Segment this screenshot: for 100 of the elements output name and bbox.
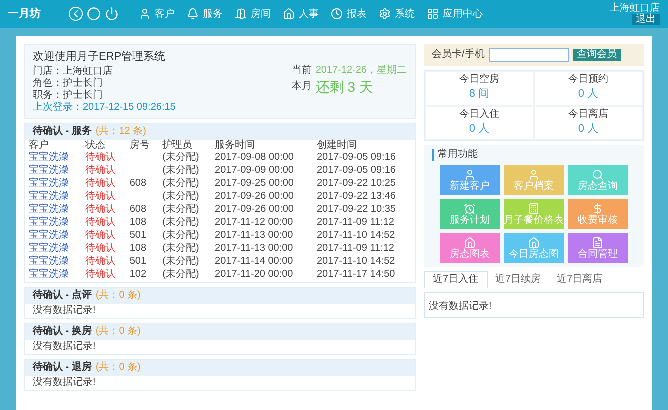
staff-cell-text: (未分配) [162,178,200,190]
shortcut-tile[interactable]: 今日房态图 [504,233,564,263]
service-time-cell-text: 2017-11-12 00:00 [214,216,294,230]
back-icon[interactable] [69,7,83,21]
circle-icon[interactable] [87,7,101,21]
shortcut-tile[interactable]: 月子餐价格表 [504,199,564,229]
nav-item[interactable]: 报表 [331,6,367,22]
user-icon [464,168,476,180]
room-cell-text: 102 [128,268,148,282]
power-icon[interactable] [105,7,119,21]
column-header: 创建时间 [316,140,358,152]
status-cell-text: 待确认 [84,242,116,256]
service-link[interactable]: 宝宝洗澡 [29,152,69,163]
empty-message: 没有数据记录! [32,340,97,354]
room-cell-text: 501 [128,230,148,242]
service-link[interactable]: 宝宝洗澡 [29,269,69,280]
service-time-cell-text: 2017-11-13 00:00 [214,242,294,256]
service-link[interactable]: 宝宝洗澡 [29,165,69,176]
service-time-cell-text: 2017-09-08 00:00 [214,152,295,164]
empty-message: 没有数据记录! [32,304,97,318]
record-count: (共：0 条) [96,290,141,302]
document-icon [592,236,604,248]
staff-cell-text: (未分配) [162,230,200,242]
door-icon [235,8,247,20]
section-title: 待确认 - 换房 [33,326,92,338]
status-cell-text: 待确认 [84,230,116,242]
recent-tab[interactable]: 近7日离店 [549,271,611,288]
service-link[interactable]: 宝宝洗澡 [29,191,69,202]
service-time-cell-text: 2017-09-25 00:00 [214,178,295,190]
search-icon [592,168,604,180]
section-title: 待确认 - 退房 [33,362,92,374]
room-cell-text: 108 [128,216,148,230]
stat-label: 今日空房 [460,74,500,86]
recent-tab[interactable]: 近7日续房 [488,271,550,288]
record-count: (共：12 条) [96,126,146,138]
service-link[interactable]: 宝宝洗澡 [29,217,69,228]
money-icon [592,202,604,214]
stat-value: 0 人 [578,122,599,136]
nav-item[interactable]: 房间 [235,6,271,22]
days-remaining: 还剩 3 天 [316,78,374,97]
service-link[interactable]: 宝宝洗澡 [29,230,69,241]
created-time-cell-text: 2017-09-05 09:16 [316,152,397,164]
status-cell-text: 待确认 [84,268,116,282]
service-link[interactable]: 宝宝洗澡 [29,204,69,215]
shortcut-tile[interactable]: 房态查询 [568,165,628,195]
nav-item[interactable]: 服务 [187,6,223,22]
stat-label: 今日预约 [568,74,608,86]
user-icon [139,8,151,20]
shortcut-tile[interactable]: 房态图表 [440,233,500,263]
staff-cell-text: (未分配) [162,268,200,282]
created-time-cell-text: 2017-09-22 10:25 [316,178,397,190]
shortcut-tile[interactable]: 收费审核 [568,199,628,229]
shortcut-tile[interactable]: 服务计划 [440,199,500,229]
user-icon [528,168,540,180]
staff-cell-text: (未分配) [162,190,200,204]
house-icon [528,236,540,248]
created-time-cell-text: 2017-09-22 13:46 [316,190,397,204]
section-title: 待确认 - 点评 [33,290,92,302]
recent-tab[interactable]: 近7日入住 [424,271,488,288]
service-link[interactable]: 宝宝洗澡 [29,178,69,189]
status-cell-text: 待确认 [84,164,116,178]
staff-cell-text: (未分配) [162,204,200,216]
shortcut-tile[interactable]: 新建客户 [440,165,500,195]
empty-message: 没有数据记录! [32,376,97,390]
current-date: 2017-12-26，星期二 [316,64,407,77]
nav-item[interactable]: 系统 [379,6,415,22]
created-time-cell-text: 2017-11-10 14:52 [316,256,396,268]
room-cell-text: 501 [128,256,148,268]
service-time-cell-text: 2017-11-14 00:00 [214,256,294,268]
status-cell-text: 待确认 [84,178,116,190]
column-header: 服务时间 [214,140,256,152]
store-name: 上海虹口店 [610,3,660,14]
nav-item[interactable]: 应用中心 [427,6,483,22]
service-time-cell-text: 2017-09-09 00:00 [214,164,295,178]
logout-button[interactable]: 退出 [632,14,660,25]
record-count: (共：0 条) [96,326,141,338]
settings-icon [379,8,391,20]
created-time-cell-text: 2017-11-09 11:12 [316,242,396,256]
stat-value: 8 间 [469,87,490,102]
member-search-field[interactable] [488,48,569,62]
service-link[interactable]: 宝宝洗澡 [29,243,69,254]
shortcut-tile[interactable]: 合同管理 [568,233,628,263]
shortcut-tile[interactable]: 客户档案 [504,165,564,195]
staff-cell-text: (未分配) [162,216,200,230]
nav-item[interactable]: 客户 [139,6,175,22]
empty-message: 没有数据记录! [429,301,492,312]
created-time-cell-text: 2017-09-05 09:16 [316,164,397,178]
bell-icon [187,8,199,20]
staff-cell-text: (未分配) [162,242,200,256]
column-header: 状态 [84,140,106,152]
service-link[interactable]: 宝宝洗澡 [29,256,69,267]
info-line: 门店：上海虹口店 [33,66,114,78]
info-line: 职务：护士长门 [33,90,104,102]
nav-item[interactable]: 人事 [283,6,319,22]
created-time-cell-text: 2017-09-22 10:35 [316,204,397,216]
section-title: 待确认 - 服务 [33,126,92,138]
staff-cell-text: (未分配) [162,256,200,268]
search-member-button[interactable]: 查询会员 [572,49,621,61]
status-cell-text: 待确认 [84,190,116,204]
last-login: 上次登录：2017-12-15 09:26:15 [33,102,176,114]
